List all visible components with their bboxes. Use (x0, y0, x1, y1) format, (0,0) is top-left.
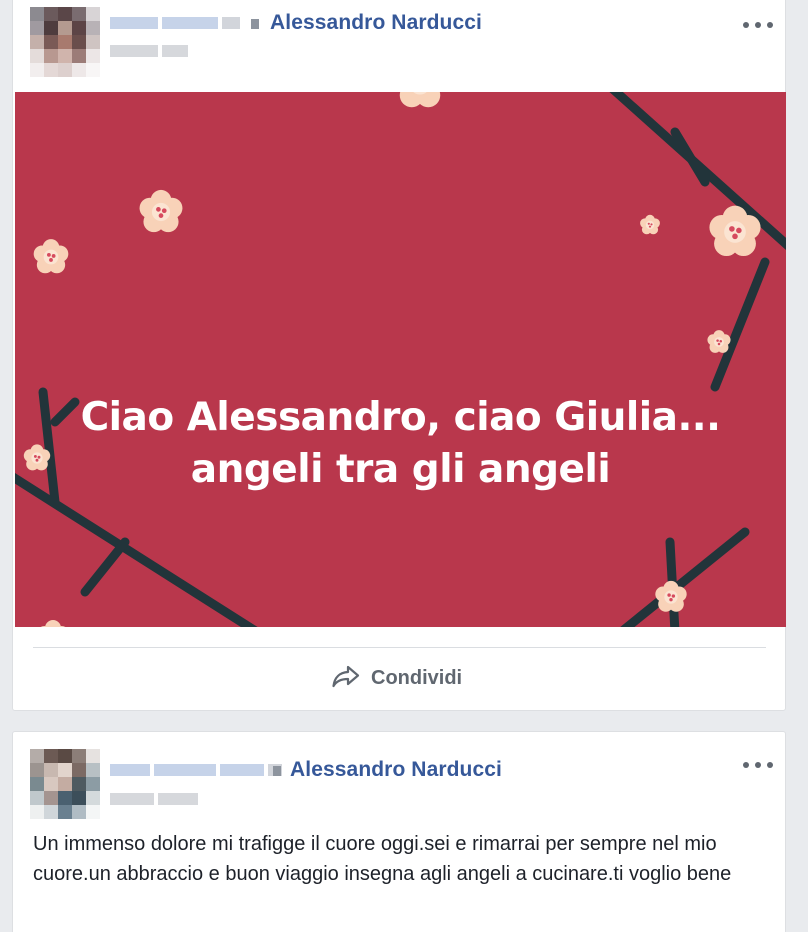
author-name-redacted[interactable] (110, 762, 282, 778)
share-label: Condividi (371, 666, 463, 689)
post-card: Alessandro Narducci Un immenso dolore mi… (12, 731, 786, 932)
page-name-link[interactable]: Alessandro Narducci (270, 11, 482, 35)
news-feed: Alessandro Narducci Ciao Alessandro, cia… (0, 0, 808, 932)
shared-to-arrow-icon (251, 19, 259, 29)
post-body-text: Un immenso dolore mi trafigge il cuore o… (33, 833, 732, 885)
banner-text: Ciao Alessandro, ciao Giulia... angeli t… (15, 392, 786, 496)
banner-branches-illustration (15, 92, 786, 627)
banner-text-line-1: Ciao Alessandro, ciao Giulia... (80, 395, 721, 440)
post-card: Alessandro Narducci Ciao Alessandro, cia… (12, 0, 786, 711)
shared-to-arrow-icon (273, 766, 281, 776)
more-options-icon[interactable] (743, 757, 773, 773)
timestamp-redacted[interactable] (110, 45, 188, 59)
timestamp-redacted[interactable] (110, 793, 198, 807)
page-name-link[interactable]: Alessandro Narducci (290, 758, 502, 782)
banner-text-line-2: angeli tra gli angeli (190, 447, 611, 492)
author-name-redacted[interactable] (110, 15, 240, 31)
share-arrow-icon (331, 664, 361, 693)
avatar[interactable] (30, 7, 100, 77)
text-background-banner: Ciao Alessandro, ciao Giulia... angeli t… (15, 92, 786, 627)
avatar[interactable] (30, 749, 100, 819)
action-bar-divider (33, 647, 766, 648)
more-options-icon[interactable] (743, 17, 773, 33)
share-button[interactable]: Condividi (331, 665, 462, 691)
